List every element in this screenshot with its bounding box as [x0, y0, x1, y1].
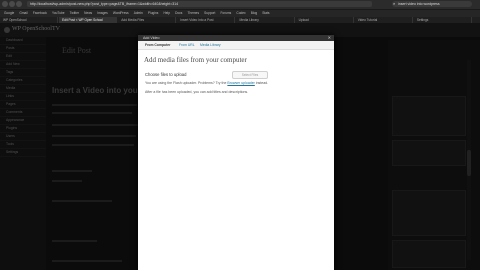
- reload-icon[interactable]: [16, 1, 22, 7]
- bookmark-item[interactable]: Forums: [220, 10, 231, 17]
- search-query: insert video into wordpress: [398, 2, 440, 6]
- media-tabs: From Computer From URL Media Library: [138, 41, 334, 50]
- bookmark-item[interactable]: Images: [97, 10, 107, 17]
- bookmark-item[interactable]: YouTube: [52, 10, 65, 17]
- bookmark-item[interactable]: Themes: [188, 10, 200, 17]
- tab-from-url[interactable]: From URL: [179, 41, 195, 49]
- browser-toolbar: http://localhost/wp-admin/post-new.php?p…: [0, 0, 480, 10]
- back-icon[interactable]: [2, 1, 8, 7]
- dialog-heading: Add media files from your computer: [144, 56, 247, 64]
- help-suffix: instead.: [255, 81, 269, 85]
- select-files-button[interactable]: Select Files: [232, 71, 268, 79]
- help-prefix: You are using the Flash uploader. Proble…: [145, 81, 227, 85]
- bookmark-item[interactable]: Admin: [134, 10, 143, 17]
- bookmark-item[interactable]: WordPress: [113, 10, 129, 17]
- address-bar[interactable]: http://localhost/wp-admin/post-new.php?p…: [27, 1, 372, 7]
- bookmark-item[interactable]: Plugins: [148, 10, 158, 17]
- after-upload-note: After a file has been uploaded, you can …: [145, 90, 249, 94]
- bookmark-item[interactable]: Blog: [251, 10, 257, 17]
- search-icon: ⌕: [393, 1, 396, 6]
- tab-from-computer[interactable]: From Computer: [145, 41, 170, 49]
- bookmarks-bar: Google Gmail Facebook YouTube Twitter Ne…: [0, 10, 480, 17]
- tab-media-library[interactable]: Media Library: [200, 41, 221, 49]
- bookmark-item[interactable]: Help: [163, 10, 170, 17]
- bookmark-item[interactable]: Gmail: [19, 10, 27, 17]
- bookmark-item[interactable]: Stats: [262, 10, 269, 17]
- choose-files-label: Choose files to upload: [145, 72, 187, 77]
- browser-uploader-link[interactable]: Browser uploader: [227, 81, 254, 85]
- bookmark-item[interactable]: Support: [204, 10, 215, 17]
- bookmark-item[interactable]: Twitter: [70, 10, 79, 17]
- bookmark-item[interactable]: Google: [4, 10, 14, 17]
- bookmark-item[interactable]: Codex: [236, 10, 245, 17]
- uploader-help-text: You are using the Flash uploader. Proble…: [145, 81, 268, 85]
- search-input[interactable]: ⌕ insert video into wordpress: [392, 1, 472, 7]
- bookmark-item[interactable]: Facebook: [33, 10, 47, 17]
- add-media-dialog: Add Video ✕ From Computer From URL Media…: [138, 35, 334, 270]
- bookmark-item[interactable]: News: [84, 10, 92, 17]
- forward-icon[interactable]: [9, 1, 15, 7]
- bookmark-item[interactable]: Docs: [175, 10, 182, 17]
